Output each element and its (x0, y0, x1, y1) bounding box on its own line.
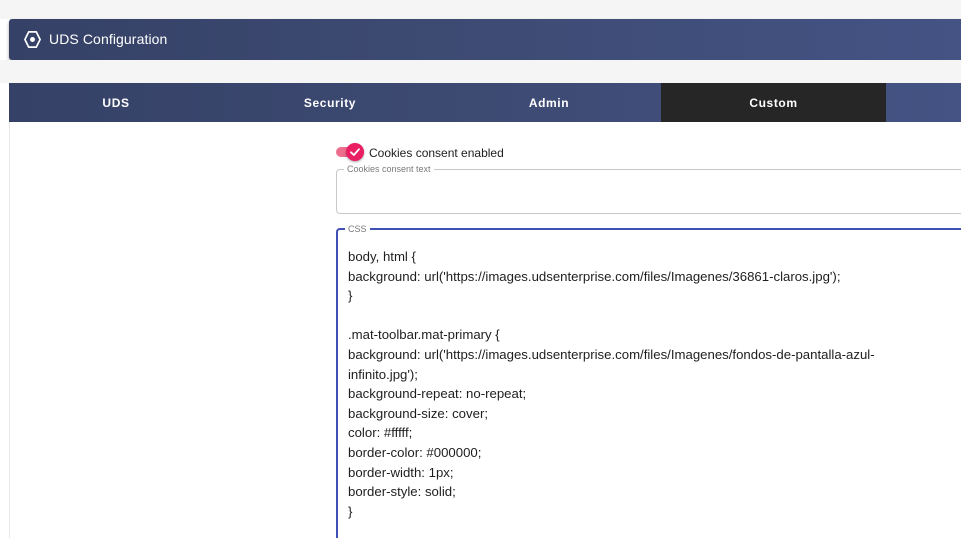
css-code-line: background-size: cover; (348, 405, 489, 421)
toggle-thumb (346, 143, 364, 161)
hexagon-dot-icon (24, 31, 41, 48)
tab-custom[interactable]: Custom (661, 83, 886, 122)
css-code-line: border-color: #000000; (348, 444, 482, 460)
header-gap (0, 60, 961, 83)
cookies-consent-text-input[interactable] (348, 178, 952, 206)
panel-left-border (9, 122, 10, 538)
cookies-consent-label: Cookies consent enabled (369, 146, 504, 160)
title-bar: UDS Configuration (9, 19, 961, 60)
css-code-line: infinito.jpg'); (348, 366, 418, 382)
css-code-line: background: url('https://images.udsenter… (348, 268, 841, 284)
tab-admin[interactable]: Admin (437, 83, 661, 122)
cookies-consent-text-legend: Cookies consent text (347, 164, 431, 174)
css-textarea[interactable]: body, html { background: url('https://ima… (348, 247, 938, 521)
css-code-line: background-repeat: no-repeat; (348, 386, 527, 402)
css-code-line: color: #fffff; (348, 425, 413, 441)
css-code-line: } (348, 503, 353, 519)
top-background (0, 0, 961, 19)
css-code-line: .mat-toolbar.mat-primary { (348, 327, 500, 343)
page-title: UDS Configuration (49, 31, 168, 47)
css-code-line: border-width: 1px; (348, 464, 454, 480)
css-code-line (348, 306, 938, 326)
checkmark-icon (350, 148, 360, 156)
cookies-consent-text-field: Cookies consent text (336, 164, 961, 214)
css-code-line: border-style: solid; (348, 484, 456, 500)
cookies-consent-toggle[interactable] (336, 143, 366, 161)
css-code-line: } (348, 288, 353, 304)
css-code-line: background: url('https://images.udsenter… (348, 346, 875, 362)
uds-config-page: UDS Configuration UDS Security Admin Cus… (0, 0, 961, 538)
tab-bar: UDS Security Admin Custom (9, 83, 961, 122)
css-field-legend: CSS (348, 224, 367, 234)
tab-uds[interactable]: UDS (9, 83, 223, 122)
tab-security[interactable]: Security (223, 83, 437, 122)
css-code-line: body, html { (348, 249, 416, 264)
